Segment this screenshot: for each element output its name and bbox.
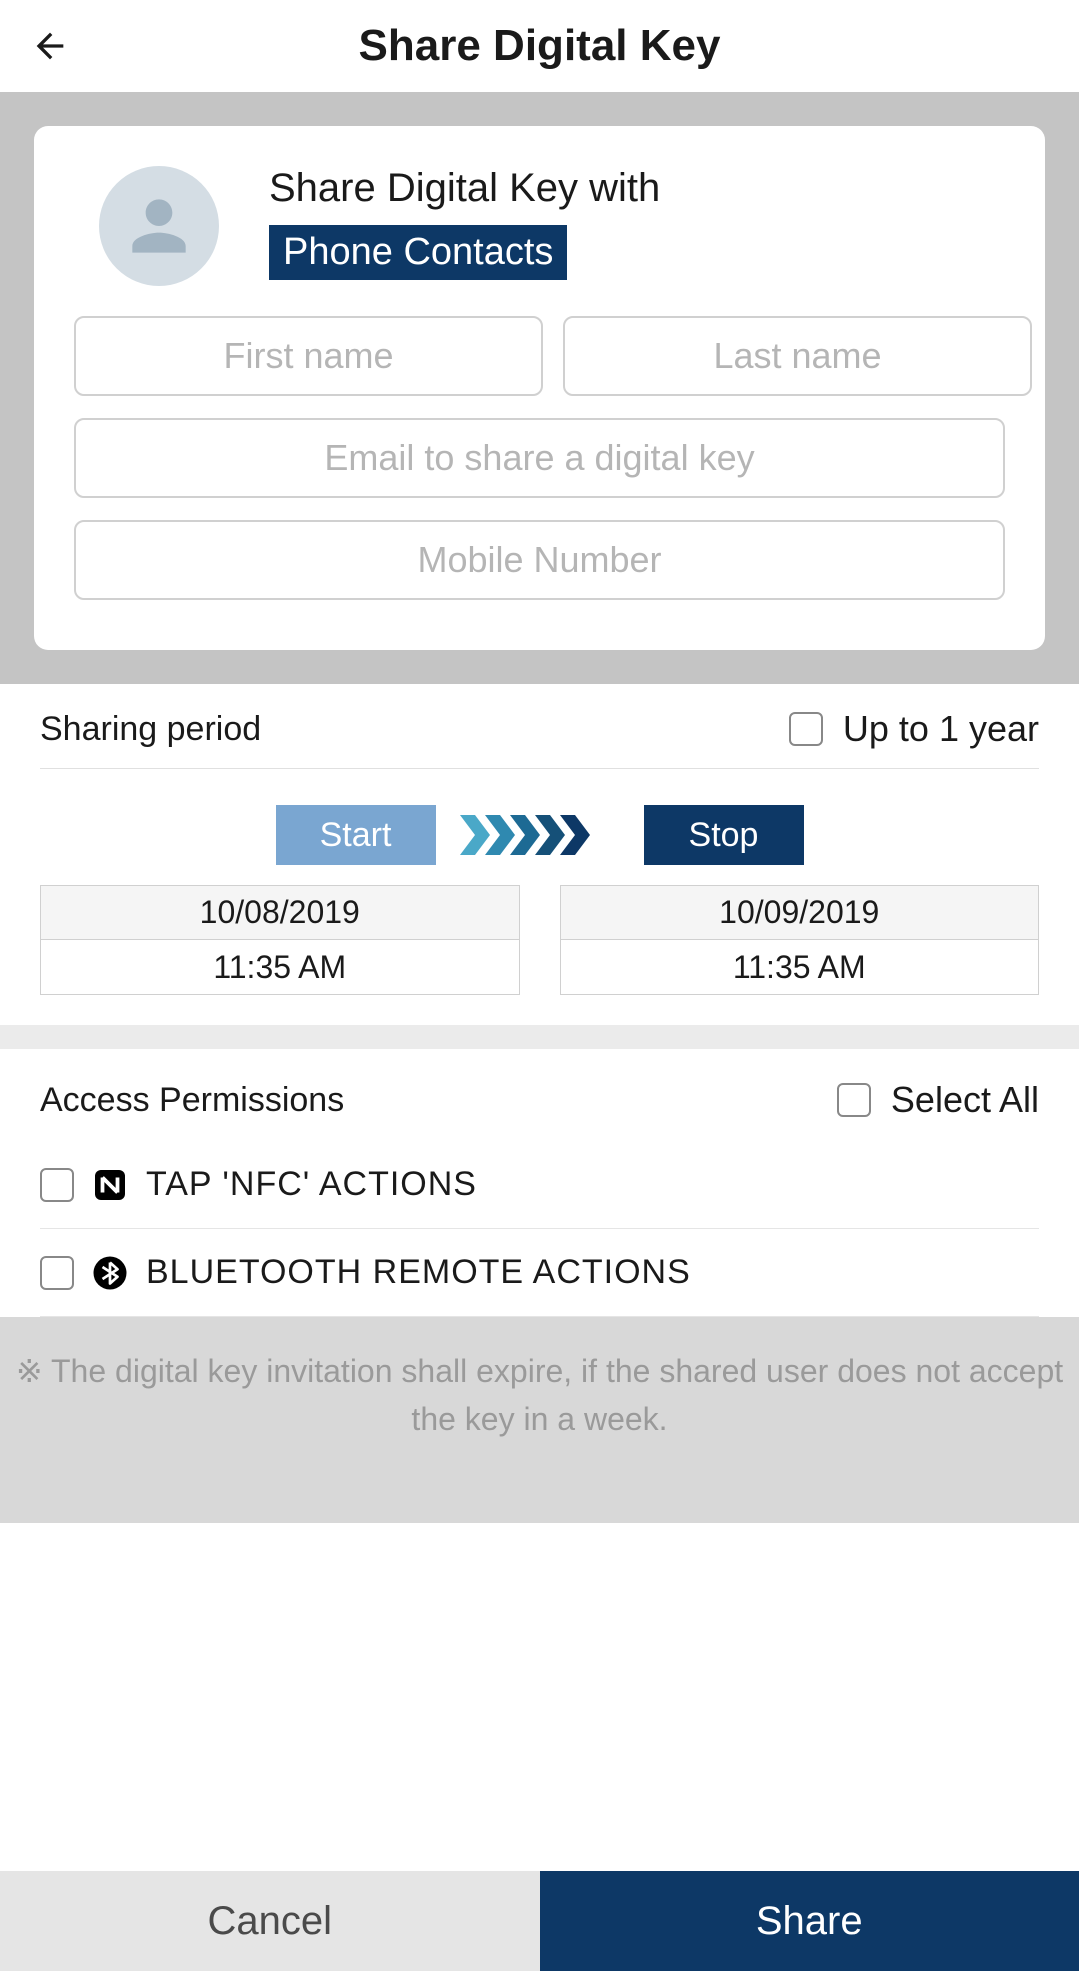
first-name-input[interactable] (74, 316, 543, 396)
contact-section: Share Digital Key with Phone Contacts (0, 92, 1079, 684)
start-time[interactable]: 11:35 AM (41, 940, 519, 994)
page-title: Share Digital Key (359, 21, 721, 71)
start-button[interactable]: Start (276, 805, 436, 865)
cancel-button[interactable]: Cancel (0, 1871, 540, 1971)
period-label: Sharing period (40, 710, 261, 749)
bluetooth-checkbox[interactable] (40, 1256, 74, 1290)
back-arrow-icon[interactable] (30, 26, 70, 66)
up-to-year-label: Up to 1 year (843, 708, 1039, 750)
permissions-label: Access Permissions (40, 1081, 344, 1120)
contact-card: Share Digital Key with Phone Contacts (34, 126, 1045, 650)
up-to-year-checkbox[interactable] (789, 712, 823, 746)
nfc-label: TAP 'NFC' ACTIONS (146, 1165, 477, 1204)
bluetooth-icon (92, 1255, 128, 1291)
stop-datetime: 10/09/2019 11:35 AM (560, 885, 1040, 995)
nfc-permission-row: TAP 'NFC' ACTIONS (40, 1141, 1039, 1229)
last-name-input[interactable] (563, 316, 1032, 396)
stop-date[interactable]: 10/09/2019 (561, 886, 1039, 940)
card-title: Share Digital Key with (269, 166, 660, 211)
select-all-checkbox[interactable] (837, 1083, 871, 1117)
nfc-icon (92, 1167, 128, 1203)
stop-time[interactable]: 11:35 AM (561, 940, 1039, 994)
period-section: Sharing period Up to 1 year Start Stop 1… (0, 684, 1079, 1025)
chevron-right-icon (460, 815, 620, 855)
start-date[interactable]: 10/08/2019 (41, 886, 519, 940)
disclaimer-text: ※ The digital key invitation shall expir… (0, 1317, 1079, 1523)
header: Share Digital Key (0, 0, 1079, 92)
footer-bar: Cancel Share (0, 1871, 1079, 1971)
start-datetime: 10/08/2019 11:35 AM (40, 885, 520, 995)
nfc-checkbox[interactable] (40, 1168, 74, 1202)
phone-contacts-button[interactable]: Phone Contacts (269, 225, 567, 280)
select-all-label: Select All (891, 1079, 1039, 1121)
section-divider (0, 1025, 1079, 1049)
permissions-section: Access Permissions Select All TAP 'NFC' … (0, 1049, 1079, 1317)
bluetooth-label: BLUETOOTH REMOTE ACTIONS (146, 1253, 691, 1292)
bluetooth-permission-row: BLUETOOTH REMOTE ACTIONS (40, 1229, 1039, 1317)
avatar-placeholder-icon (99, 166, 219, 286)
mobile-input[interactable] (74, 520, 1005, 600)
stop-button[interactable]: Stop (644, 805, 804, 865)
share-button[interactable]: Share (540, 1871, 1079, 1971)
email-input[interactable] (74, 418, 1005, 498)
